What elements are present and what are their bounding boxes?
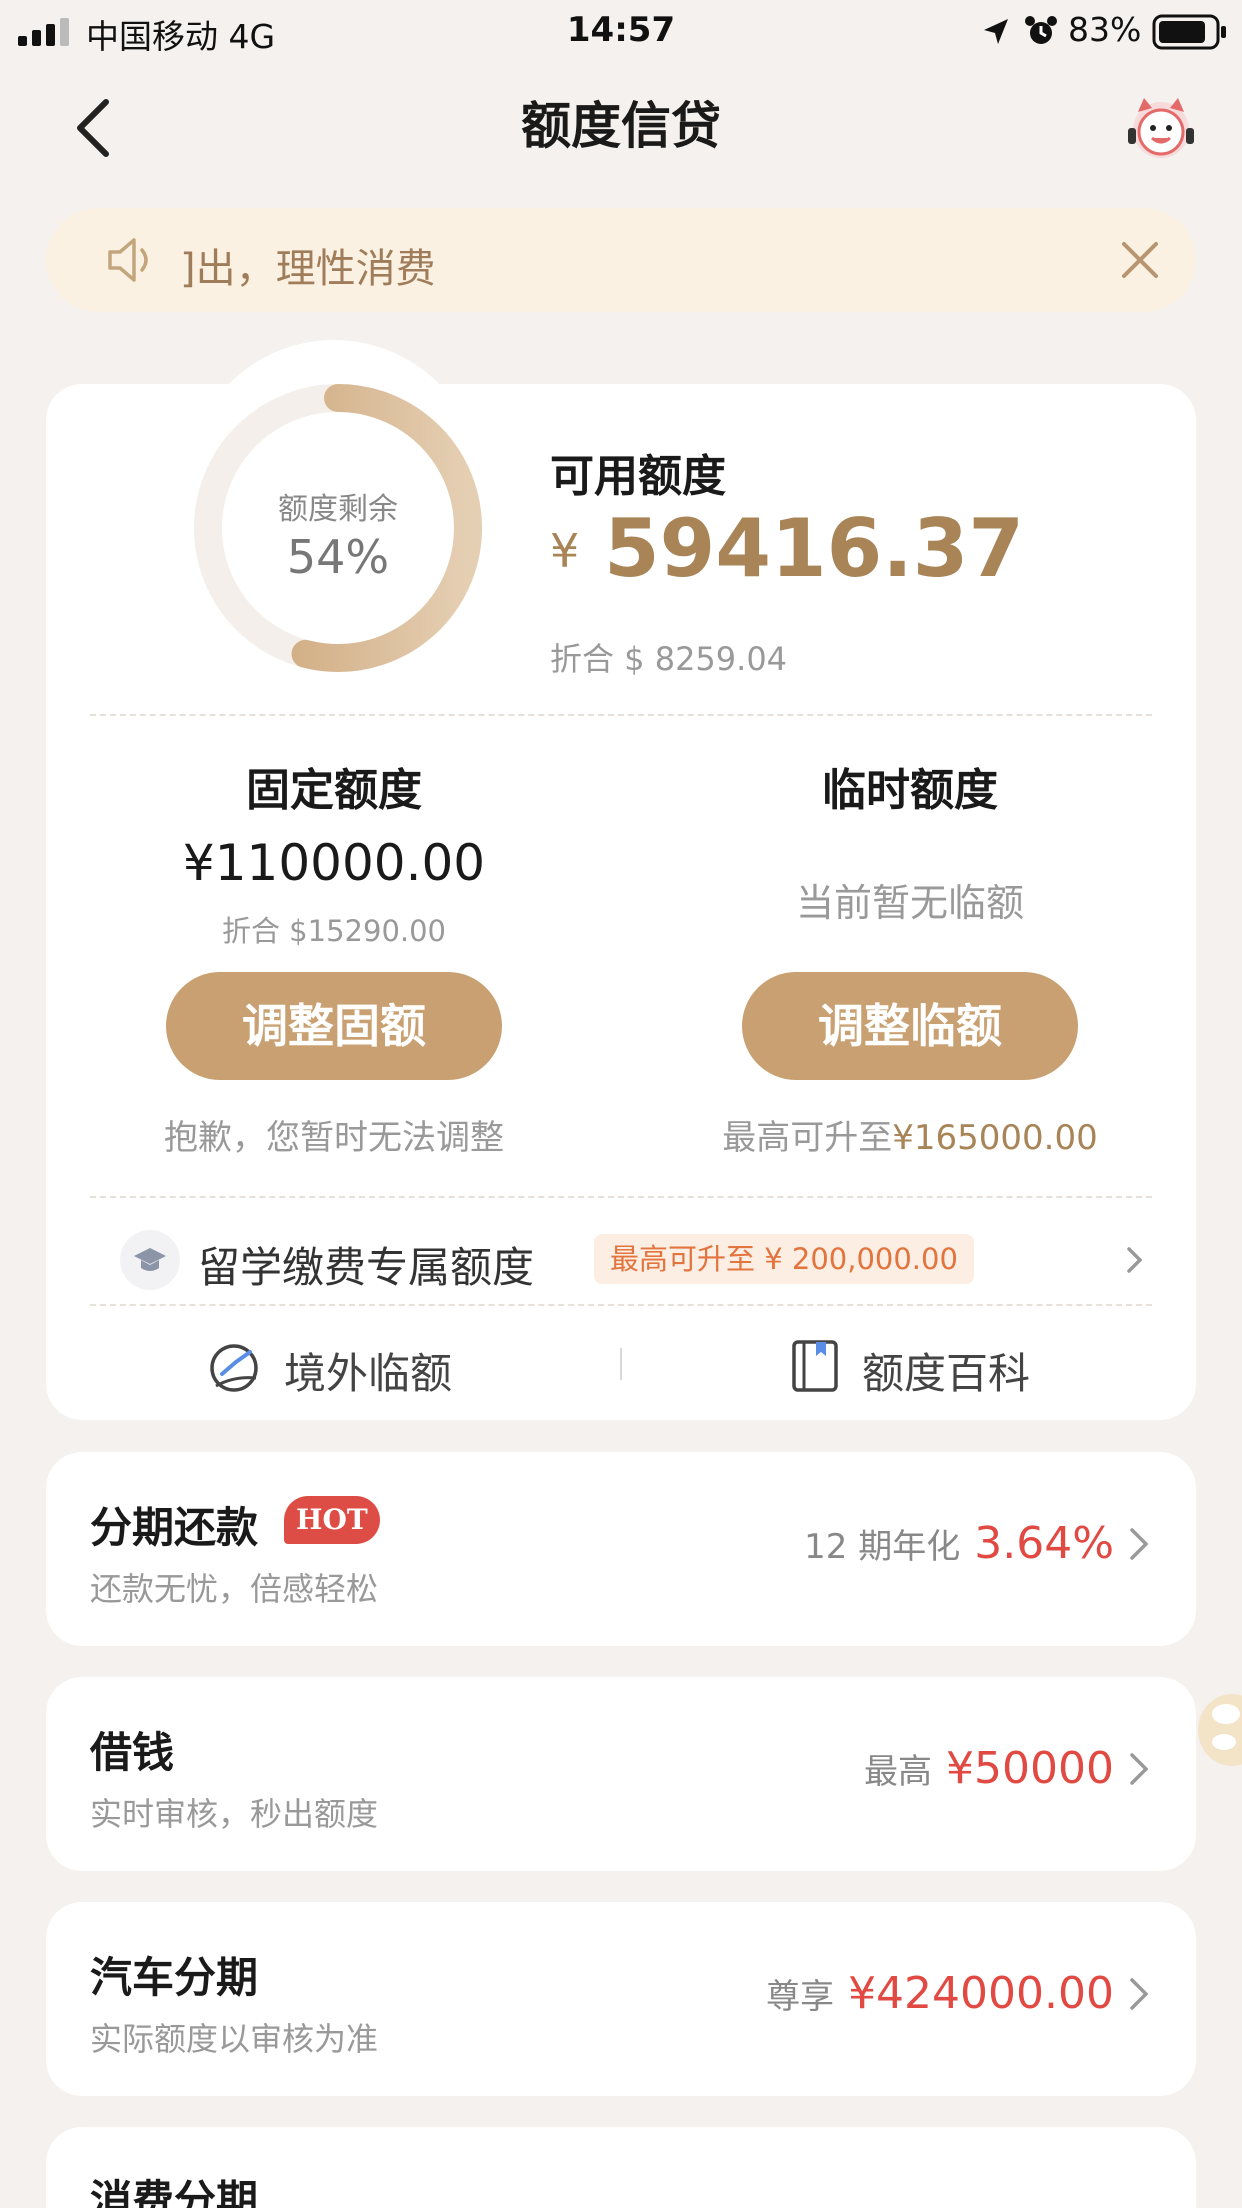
fixed-quota-amount: ¥110000.00	[182, 834, 486, 892]
temp-note-prefix: 最高可升至	[722, 1118, 893, 1158]
limit-prefix: 尊享	[766, 1977, 835, 2017]
ring-label: 额度剩余	[278, 492, 398, 527]
product-title: 借钱	[90, 1728, 175, 1777]
adjust-fixed-button[interactable]: 调整固额	[166, 972, 502, 1080]
product-subtitle: 实际额度以审核为准	[90, 2020, 379, 2058]
study-quota-badge: 最高可升至 ¥ 200,000.00	[594, 1234, 974, 1284]
product-rate: 12 期年化 3.64%	[804, 1518, 1114, 1569]
temp-quota-note: 最高可升至¥165000.00	[622, 1110, 1198, 1159]
close-icon[interactable]	[1120, 240, 1160, 280]
battery-icon	[1152, 14, 1226, 50]
adjust-temp-button[interactable]: 调整临额	[742, 972, 1078, 1080]
page-title: 额度信贷	[521, 97, 721, 155]
study-quota-label: 留学缴费专属额度	[198, 1243, 535, 1292]
quota-wiki-link[interactable]: 额度百科	[790, 1324, 1110, 1404]
battery-percent: 83%	[1068, 10, 1142, 49]
consumer-installment-card[interactable]: 消费分期	[46, 2127, 1196, 2208]
quota-card: 额度剩余 54% 可用额度 ¥ 59416.37 折合 $ 8259.04 固定…	[46, 384, 1196, 1420]
chevron-right-icon	[1130, 1528, 1149, 1560]
temp-quota-status: 当前暂无临额	[795, 881, 1024, 925]
product-title: 消费分期	[90, 2176, 259, 2208]
available-label: 可用额度	[550, 451, 726, 502]
plane-globe-icon	[210, 1344, 258, 1392]
available-amount: 59416.37	[604, 502, 1025, 595]
available-usd: 折合 $ 8259.04	[550, 640, 788, 678]
chevron-right-icon	[1127, 1247, 1143, 1273]
limit-value: ¥424000.00	[848, 1968, 1114, 2019]
status-bar: 中国移动 4G 14:57 83%	[0, 0, 1242, 62]
rate-value: 3.64%	[974, 1518, 1114, 1569]
divider	[90, 1304, 1152, 1306]
floating-mascot-icon[interactable]	[1196, 1684, 1242, 1774]
divider	[90, 1196, 1152, 1198]
overseas-temp-label: 境外临额	[284, 1349, 453, 1398]
divider	[90, 714, 1152, 716]
study-quota-row[interactable]: 留学缴费专属额度 最高可升至 ¥ 200,000.00	[90, 1218, 1152, 1302]
link-separator	[620, 1348, 622, 1380]
rate-prefix: 12 期年化	[804, 1527, 961, 1567]
fixed-quota-usd: 折合 $15290.00	[221, 914, 447, 948]
speaker-icon	[108, 238, 148, 282]
borrow-card[interactable]: 借钱 实时审核，秒出额度 最高 ¥50000	[46, 1677, 1196, 1871]
book-icon	[792, 1340, 838, 1392]
chevron-right-icon	[1130, 1753, 1149, 1785]
fixed-quota-label: 固定额度	[246, 765, 422, 816]
chevron-right-icon	[1130, 1978, 1149, 2010]
fixed-quota-note: 抱歉，您暂时无法调整	[164, 1118, 504, 1158]
location-icon	[984, 19, 1008, 44]
product-limit: 最高 ¥50000	[864, 1743, 1114, 1794]
alarm-icon	[1025, 16, 1057, 44]
limit-value: ¥50000	[946, 1743, 1114, 1794]
product-title: 分期还款	[90, 1503, 259, 1552]
currency-symbol: ¥	[550, 524, 580, 578]
ring-percent: 54%	[286, 530, 390, 584]
limit-prefix: 最高	[864, 1752, 933, 1792]
temp-quota-label: 临时额度	[822, 765, 998, 816]
product-subtitle: 实时审核，秒出额度	[90, 1795, 379, 1833]
hot-badge: HOT	[284, 1496, 380, 1544]
product-limit: 尊享 ¥424000.00	[766, 1968, 1114, 2019]
product-subtitle: 还款无忧，倍感轻松	[90, 1570, 379, 1608]
product-title: 汽车分期	[90, 1953, 259, 2002]
car-installment-card[interactable]: 汽车分期 实际额度以审核为准 尊享 ¥424000.00	[46, 1902, 1196, 2096]
overseas-temp-link[interactable]: 境外临额	[206, 1324, 526, 1404]
notice-bar: ]出，理性消费	[46, 208, 1196, 312]
quota-wiki-label: 额度百科	[862, 1349, 1031, 1398]
temp-note-amount: ¥165000.00	[892, 1118, 1098, 1158]
graduation-cap-icon	[120, 1230, 180, 1290]
installment-repay-card[interactable]: 分期还款 HOT 还款无忧，倍感轻松 12 期年化 3.64%	[46, 1452, 1196, 1646]
assistant-avatar-icon[interactable]	[1126, 92, 1196, 162]
notice-text: ]出，理性消费	[180, 246, 436, 292]
